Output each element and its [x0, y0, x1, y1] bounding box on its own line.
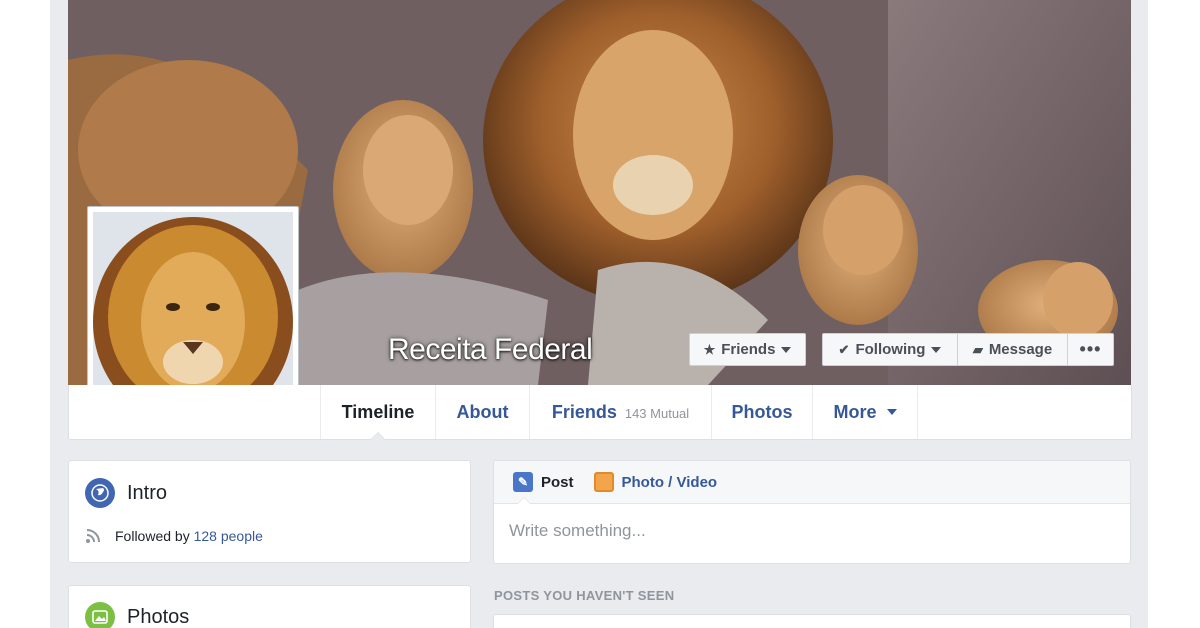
composer-tab-indicator	[517, 497, 531, 504]
tab-photo-video[interactable]: Photo / Video	[593, 472, 718, 492]
active-tab-indicator	[370, 432, 386, 440]
feed-post-card	[493, 614, 1131, 628]
tab-friends[interactable]: Friends 143 Mutual	[529, 385, 711, 439]
photos-title[interactable]: Photos	[127, 606, 189, 628]
profile-name[interactable]: Receita Federal	[388, 333, 593, 367]
message-button[interactable]: ▰ Message	[957, 333, 1068, 366]
lion-portrait-image	[93, 212, 293, 413]
profile-nav-bar: Timeline About Friends 143 Mutual Photos…	[68, 385, 1132, 440]
following-button[interactable]: ✔ Following	[822, 333, 958, 366]
posts-section-label: POSTS YOU HAVEN'T SEEN	[494, 588, 675, 603]
post-composer: ✎ Post Photo / Video Write something...	[493, 460, 1131, 564]
tab-photos[interactable]: Photos	[711, 385, 812, 439]
tab-timeline-label: Timeline	[341, 401, 415, 422]
followers-link[interactable]: 128 people	[194, 528, 263, 544]
message-button-label: Message	[988, 341, 1053, 358]
tab-photo-video-label: Photo / Video	[621, 473, 718, 491]
mutual-friends-count: 143 Mutual	[624, 406, 690, 421]
tab-about-label: About	[456, 401, 509, 422]
rss-icon	[85, 528, 101, 544]
friends-button-label: Friends	[721, 341, 776, 358]
more-options-button[interactable]: •••	[1067, 333, 1114, 366]
tab-timeline[interactable]: Timeline	[320, 385, 435, 439]
star-icon: ★	[703, 341, 716, 357]
globe-icon	[85, 478, 115, 508]
following-button-label: Following	[855, 341, 926, 358]
tab-about[interactable]: About	[435, 385, 529, 439]
composer-input[interactable]: Write something...	[509, 521, 646, 541]
message-icon: ▰	[972, 341, 983, 357]
photo-video-icon	[593, 472, 614, 492]
followed-by-row: Followed by 128 people	[85, 528, 263, 544]
intro-header: Intro	[85, 478, 167, 508]
tab-friends-label: Friends	[551, 401, 617, 422]
avatar	[93, 212, 293, 413]
composer-tabs: ✎ Post Photo / Video	[494, 461, 1130, 504]
tab-more[interactable]: More	[812, 385, 918, 439]
followed-by-text: Followed by	[115, 528, 190, 544]
check-icon: ✔	[838, 341, 850, 357]
photos-card: Photos	[68, 585, 471, 628]
tab-photos-label: Photos	[731, 401, 793, 422]
tab-post-label: Post	[541, 473, 574, 491]
chevron-down-icon	[886, 409, 897, 415]
pencil-icon: ✎	[513, 472, 533, 492]
tab-post[interactable]: ✎ Post	[513, 472, 574, 492]
intro-card: Intro Followed by 128 people	[68, 460, 471, 563]
photo-icon	[85, 602, 115, 628]
intro-title: Intro	[127, 481, 168, 504]
friends-button[interactable]: ★ Friends	[689, 333, 806, 366]
photos-header: Photos	[85, 602, 189, 628]
ellipsis-icon: •••	[1079, 339, 1102, 359]
chevron-down-icon	[781, 346, 792, 353]
chevron-down-icon	[931, 346, 942, 353]
tab-more-label: More	[833, 401, 877, 422]
